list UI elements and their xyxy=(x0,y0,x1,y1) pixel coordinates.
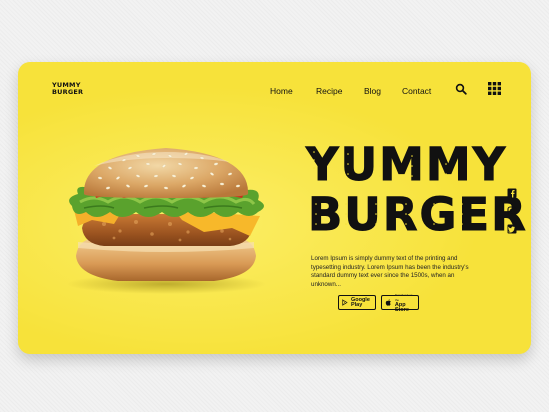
nav-blog-link[interactable]: Blog xyxy=(364,86,381,96)
app-store-small-text: Download on the xyxy=(394,292,413,302)
google-play-label: Google Play xyxy=(350,296,370,308)
burger-image xyxy=(66,148,266,294)
hero-title: YUMMY BURGER xyxy=(306,138,528,241)
nav-recipe-link[interactable]: Recipe xyxy=(316,86,342,96)
grid-menu-icon[interactable] xyxy=(488,82,501,95)
hero-description: Lorem Ipsum is simply dummy text of the … xyxy=(311,255,469,288)
apple-icon xyxy=(385,299,391,306)
landing-card: YUMMY BURGER Home Recipe Blog Contact YU… xyxy=(18,62,531,354)
app-store-button[interactable]: Download on the App Store xyxy=(381,292,419,313)
google-play-icon xyxy=(342,299,348,306)
brand-logo[interactable]: YUMMY BURGER xyxy=(52,82,86,96)
hero-title-line2: BURGER xyxy=(308,188,528,241)
nav-contact-link[interactable]: Contact xyxy=(402,86,431,96)
hero-title-line1: YUMMY xyxy=(306,138,508,191)
nav-home-link[interactable]: Home xyxy=(270,86,293,96)
instagram-icon[interactable] xyxy=(507,206,517,216)
search-icon[interactable] xyxy=(455,83,467,95)
logo-line2: BURGER xyxy=(52,88,84,96)
twitter-icon[interactable] xyxy=(507,224,517,234)
google-play-button[interactable]: Google Play xyxy=(338,295,376,310)
app-store-label: App Store xyxy=(394,301,409,313)
facebook-icon[interactable] xyxy=(507,188,517,198)
